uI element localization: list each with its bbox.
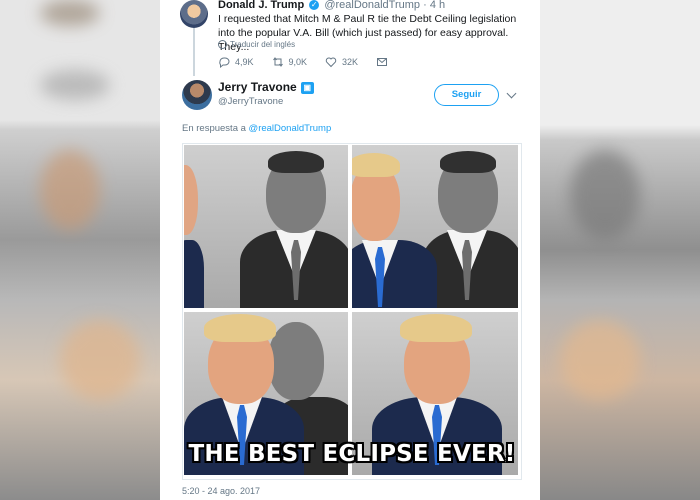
tweet-actions: 4,9K 9,0K 32K <box>218 56 388 68</box>
author-handle[interactable]: @realDonaldTrump <box>324 0 420 11</box>
like-icon <box>325 57 337 68</box>
reply-button[interactable]: 4,9K <box>218 56 254 68</box>
translate-link[interactable]: Traducir del inglés <box>218 40 296 50</box>
meme-caption: THE BEST ECLIPSE EVER! <box>188 441 516 467</box>
follow-button[interactable]: Seguir <box>434 84 499 106</box>
reply-context: En respuesta a @realDonaldTrump <box>182 123 331 134</box>
badge-icon: ▣ <box>300 81 314 94</box>
meme-panel <box>352 145 518 308</box>
reply-count: 4,9K <box>235 57 254 67</box>
reply-author-handle[interactable]: @JerryTravone <box>218 96 283 107</box>
background-left-blur <box>0 0 160 500</box>
chevron-down-icon[interactable] <box>506 88 517 99</box>
like-button[interactable]: 32K <box>325 56 358 68</box>
avatar[interactable] <box>182 80 212 110</box>
reply-mention-link[interactable]: @realDonaldTrump <box>249 123 332 134</box>
tweet-timestamp[interactable]: 5:20 - 24 ago. 2017 <box>182 486 260 496</box>
message-button[interactable] <box>376 56 388 68</box>
reply-prefix: En respuesta a <box>182 123 246 134</box>
tweet-time[interactable]: · 4 h <box>423 0 445 11</box>
tweet-image[interactable]: THE BEST ECLIPSE EVER! <box>182 143 522 480</box>
reply-author: Jerry Travone ▣ <box>218 80 314 94</box>
tweet-header: Donald J. Trump ✓ @realDonaldTrump · 4 h <box>218 0 445 11</box>
thread-line <box>193 28 195 76</box>
message-icon <box>377 58 388 66</box>
retweet-button[interactable]: 9,0K <box>272 56 308 68</box>
reply-author-name[interactable]: Jerry Travone <box>218 80 297 94</box>
globe-icon <box>218 40 227 50</box>
retweet-icon <box>272 57 283 67</box>
retweet-count: 9,0K <box>288 57 308 67</box>
reply-icon <box>219 57 230 68</box>
background-right-blur <box>540 0 700 500</box>
tweet-card: Donald J. Trump ✓ @realDonaldTrump · 4 h… <box>160 0 540 500</box>
meme-panel <box>184 145 348 308</box>
translate-label: Traducir del inglés <box>230 40 296 49</box>
author-name[interactable]: Donald J. Trump <box>218 0 304 11</box>
like-count: 32K <box>342 57 359 67</box>
avatar[interactable] <box>180 0 208 28</box>
verified-icon: ✓ <box>309 0 320 11</box>
